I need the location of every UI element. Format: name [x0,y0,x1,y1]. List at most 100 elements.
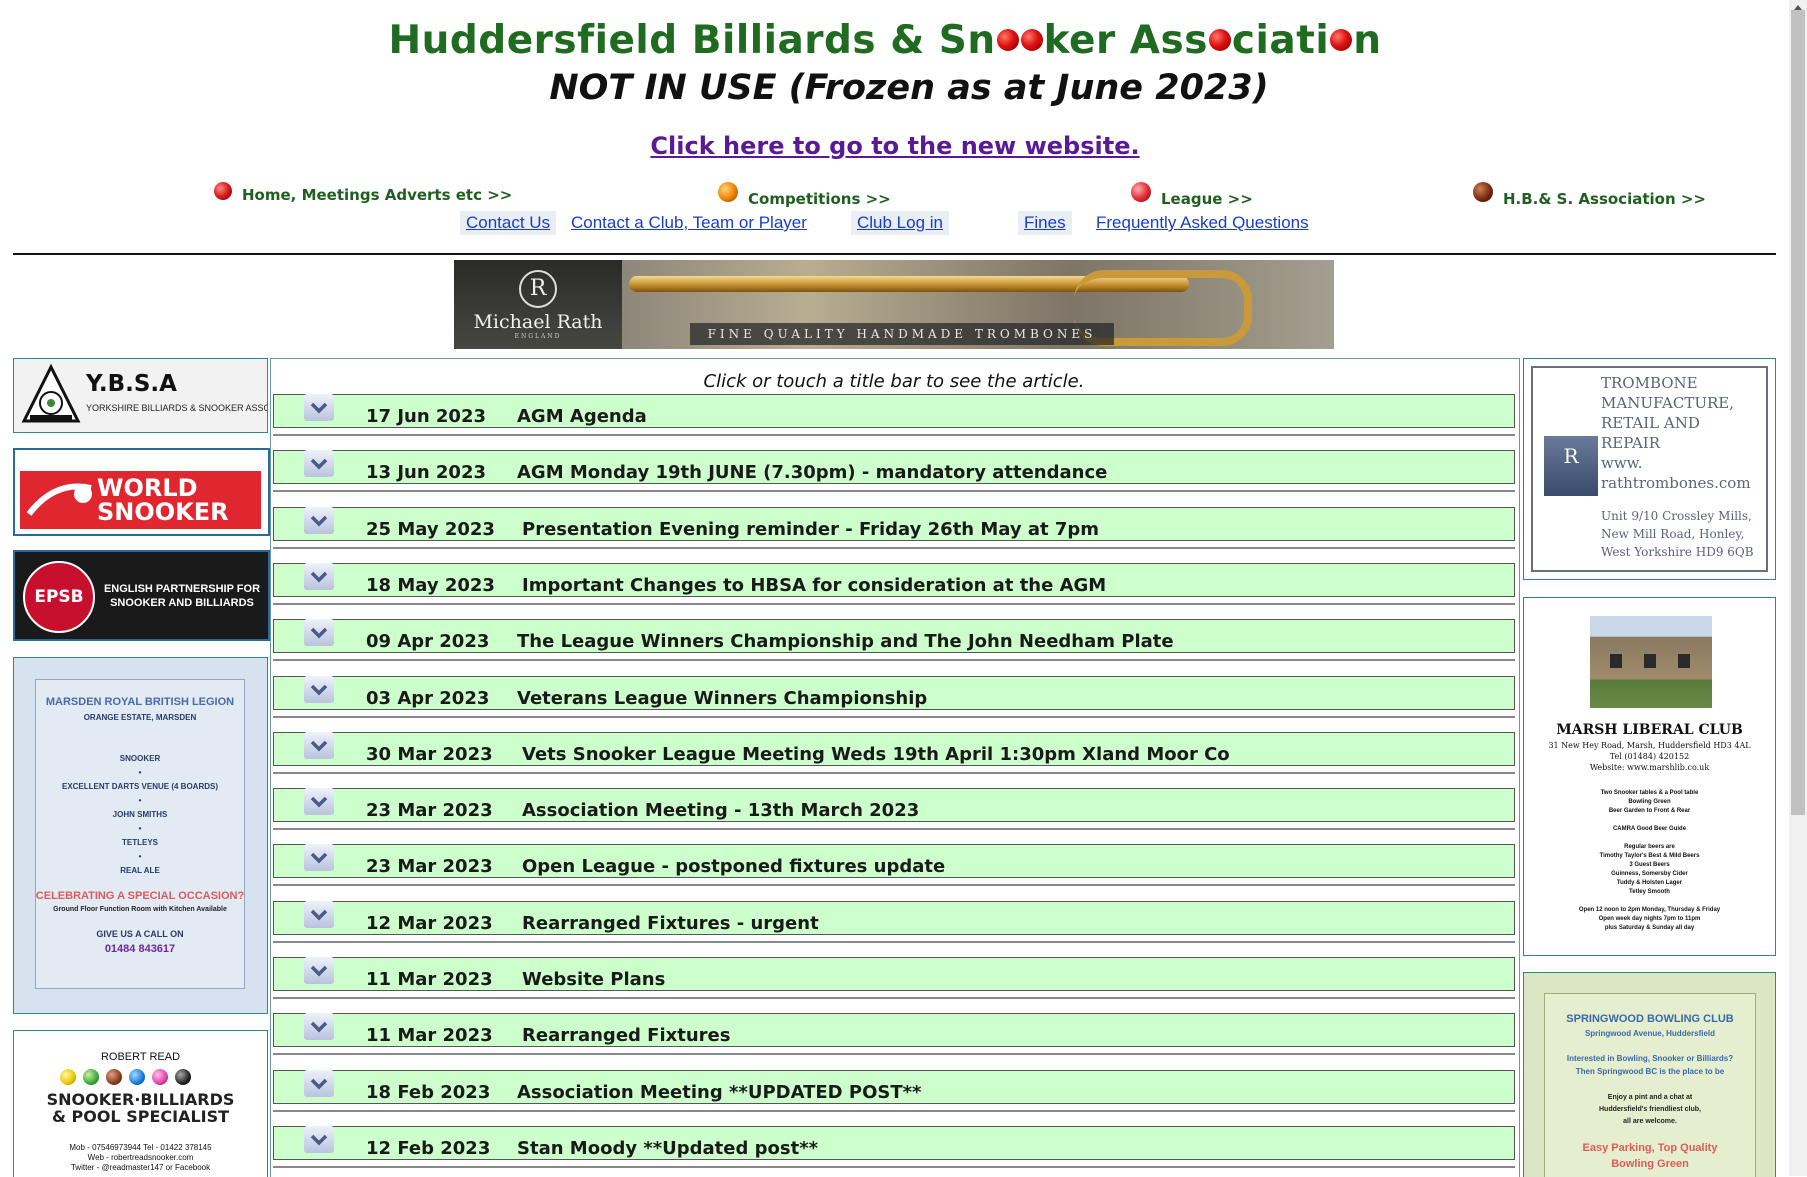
chevron-down-icon[interactable] [304,450,334,477]
article-title: Important Changes to HBSA for considerat… [522,575,1107,596]
chevron-down-icon[interactable] [304,394,334,421]
article-title-bar[interactable]: 09 Apr 2023 The League Winners Championsh… [273,619,1515,653]
site-title: Huddersfield Billiards & Sn ker Ass ciati n [388,18,1382,63]
snooker-ball-icon [1208,28,1231,51]
marsh-beer: Regular beers are [1624,844,1675,850]
chevron-down-icon[interactable] [304,844,334,871]
article-title-bar[interactable]: 30 Mar 2023 Vets Snooker League Meeting W… [273,732,1515,766]
marsh-beer: Guinness, Somersby Cider [1611,871,1688,877]
nav-competitions[interactable]: Competitions >> [718,182,891,208]
marsh-liberal-club-ad[interactable]: MARSH LIBERAL CLUB 31 New Hey Road, Mars… [1523,597,1776,956]
marsh-tel: Tel (01484) 420152 [1609,752,1690,761]
club-login-link[interactable]: Club Log in [851,211,950,235]
rath-line: MANUFACTURE, [1601,394,1735,412]
rath-address-line: West Yorkshire HD9 6QB [1601,545,1754,559]
marsh-feature: Two Snooker tables & a Pool table [1600,790,1699,796]
nav-league[interactable]: League >> [1131,182,1253,208]
faq-link[interactable]: Frequently Asked Questions [1090,211,1315,235]
chevron-down-icon[interactable] [304,676,334,703]
chevron-down-icon[interactable] [304,563,334,590]
fines-link[interactable]: Fines [1018,211,1072,235]
article-title-bar[interactable]: 23 Mar 2023 Association Meeting - 13th Ma… [273,788,1515,822]
snooker-ball-icon [1330,28,1353,51]
article-separator [273,997,1515,999]
article-title-bar[interactable]: 13 Jun 2023 AGM Monday 19th JUNE (7.30pm)… [273,450,1515,484]
springwood-text: all are welcome. [1623,1118,1677,1125]
chevron-down-icon[interactable] [304,788,334,815]
nav-association-label: H.B.& S. Association >> [1503,190,1706,208]
article-title-bar[interactable]: 03 Apr 2023 Veterans League Winners Champ… [273,676,1515,710]
marsden-bullet: • [138,824,142,833]
ybsa-ad[interactable]: Y.B.S.A YORKSHIRE BILLIARDS & SNOOKER AS… [13,358,268,433]
marsden-title: MARSDEN ROYAL BRITISH LEGION [45,696,235,708]
marsden-legion-ad[interactable]: MARSDEN ROYAL BRITISH LEGION ORANGE ESTA… [13,657,268,1014]
article-date: 25 May 2023 [366,519,495,540]
article-title-bar[interactable]: 18 Feb 2023 Association Meeting **UPDATED… [273,1070,1515,1104]
nav-league-label: League >> [1161,190,1253,208]
article-separator [273,603,1515,605]
springwood-title: SPRINGWOOD BOWLING CLUB [1566,1013,1734,1025]
chevron-down-icon[interactable] [304,957,334,984]
robert-contact: Twitter - @readmaster147 or Facebook [70,1163,211,1172]
chevron-down-icon[interactable] [304,901,334,928]
article-separator [273,434,1515,436]
rath-logo-icon: R [519,269,557,308]
article-title-bar[interactable]: 11 Mar 2023 Website Plans [273,957,1515,991]
springwood-bowling-ad[interactable]: SPRINGWOOD BOWLING CLUB Springwood Avenu… [1523,972,1776,1177]
springwood-promo: Easy Parking, Top Quality [1582,1142,1718,1154]
article-date: 13 Jun 2023 [366,462,487,483]
article-separator [273,884,1515,886]
article-title-bar[interactable]: 23 Mar 2023 Open League - postponed fixtu… [273,844,1515,878]
new-website-link[interactable]: Click here to go to the new website. [0,132,1790,160]
marsh-hours: Open week day nights 7pm to 11pm [1598,916,1701,922]
trombone-banner-ad[interactable]: R Michael Rath ENGLAND FINE QUALITY HAND… [454,260,1334,349]
chevron-down-icon[interactable] [304,1126,334,1153]
article-title-bar[interactable]: 18 May 2023 Important Changes to HBSA for… [273,563,1515,597]
nav-home[interactable]: Home, Meetings Adverts etc >> [214,182,512,204]
robert-contact: Web - robertreadsnooker.com [87,1153,194,1162]
article-date: 23 Mar 2023 [366,856,493,877]
chevron-down-icon[interactable] [304,732,334,759]
article-title: Association Meeting **UPDATED POST** [517,1082,922,1103]
article-title-bar[interactable]: 11 Mar 2023 Rearranged Fixtures [273,1013,1515,1047]
contact-us-link[interactable]: Contact Us [460,211,557,235]
nav-association[interactable]: H.B.& S. Association >> [1473,182,1706,208]
marsh-title: MARSH LIBERAL CLUB [1556,722,1743,738]
article-separator [273,659,1515,661]
article-separator [273,490,1515,492]
robert-read-ad[interactable]: ROBERT READ SNOOKER·BILLIARDS & POOL SPE… [13,1030,268,1177]
robert-contact: Mob - 07546973944 Tel - 01422 378145 [69,1143,212,1152]
article-title-bar[interactable]: 25 May 2023 Presentation Evening reminder… [273,507,1515,541]
article-title: Rearranged Fixtures [522,1025,731,1046]
article-title-bar[interactable]: 17 Jun 2023 AGM Agenda [273,394,1515,428]
article-date: 18 Feb 2023 [366,1082,491,1103]
chevron-down-icon[interactable] [304,619,334,646]
marsden-item: REAL ALE [120,866,160,875]
springwood-question: Interested in Bowling, Snooker or Billia… [1566,1054,1734,1063]
epsb-ad[interactable]: EPSB ENGLISH PARTNERSHIP FOR SNOOKER AND… [13,550,270,641]
scroll-up-arrow-icon[interactable] [1790,0,1806,14]
contact-club-link[interactable]: Contact a Club, Team or Player [565,211,813,235]
springwood-promo: Bowling Green [1611,1158,1689,1170]
brown-ball-icon [1473,182,1493,202]
world-snooker-logo-icon [26,483,92,516]
articles-instruction: Click or touch a title bar to see the ar… [703,371,1085,392]
chevron-down-icon[interactable] [304,1070,334,1097]
orange-ball-icon [718,182,738,202]
article-title-bar[interactable]: 12 Mar 2023 Rearranged Fixtures - urgent [273,901,1515,935]
snooker-ball-icon [1020,28,1043,51]
world-snooker-ad[interactable]: WORLD SNOOKER [13,448,270,536]
robert-line2: & POOL SPECIALIST [51,1107,230,1126]
article-title-bar[interactable]: 12 Feb 2023 Stan Moody **Updated post** [273,1126,1515,1160]
ybsa-rose-logo-icon [21,363,81,423]
marsh-beer: 3 Guest Beers [1629,862,1670,868]
rath-trombones-ad[interactable]: R TROMBONE MANUFACTURE, RETAIL AND REPAI… [1523,358,1776,580]
chevron-down-icon[interactable] [304,1013,334,1040]
springwood-subtitle: Springwood Avenue, Huddersfield [1584,1029,1716,1038]
article-title: Website Plans [522,969,666,990]
article-date: 09 Apr 2023 [366,631,490,652]
chevron-down-icon[interactable] [304,507,334,534]
marsh-beer: Timothy Taylor's Best & Mild Beers [1599,853,1700,859]
article-separator [273,716,1515,718]
scrollbar-thumb[interactable] [1791,10,1805,815]
